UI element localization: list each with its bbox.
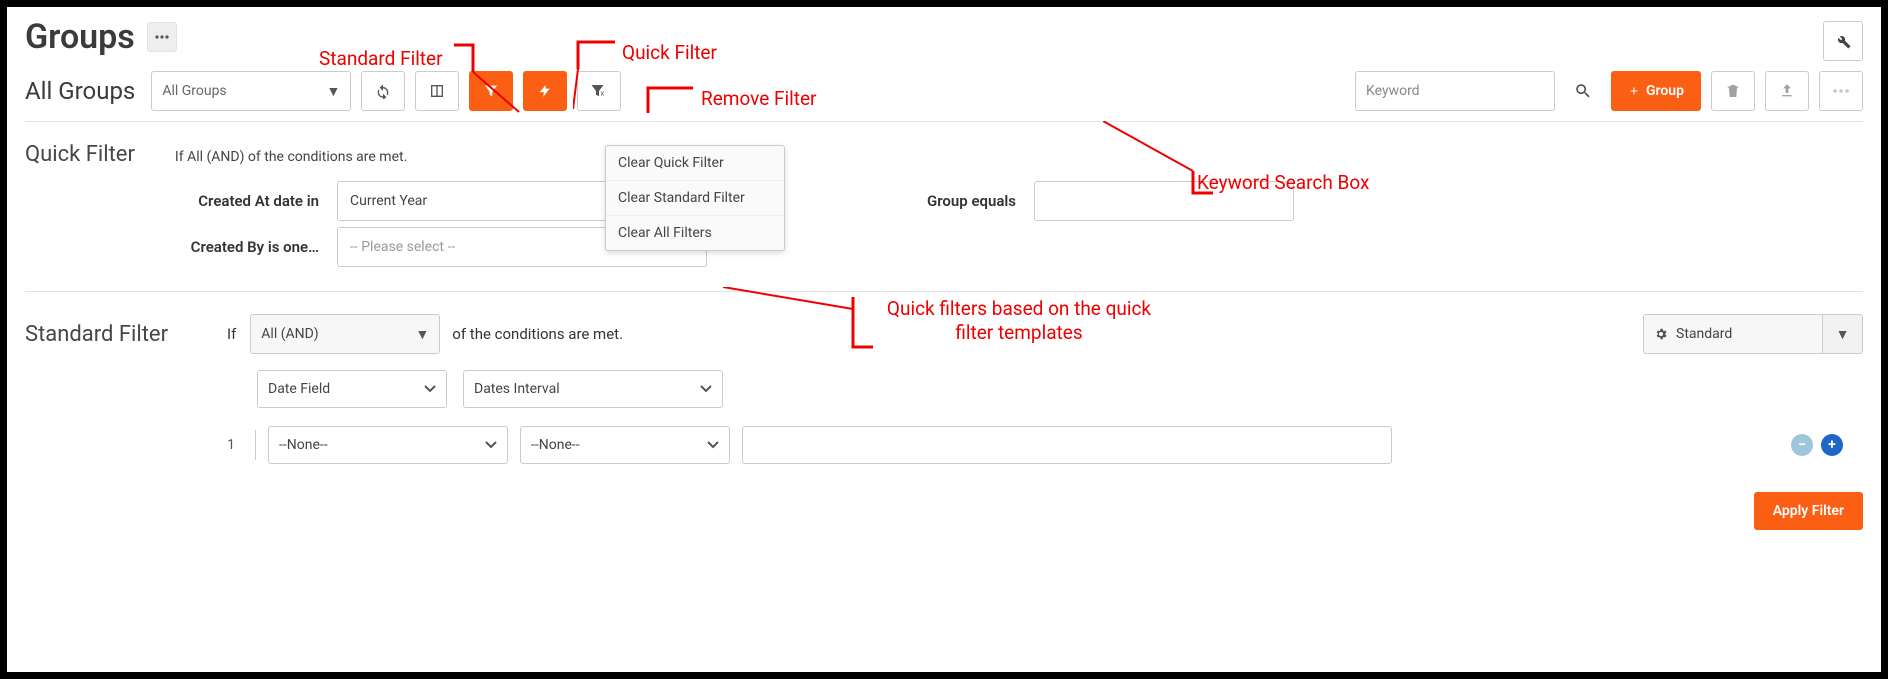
sf-filter-type-select[interactable]: Standard xyxy=(1643,314,1823,354)
qf-group-equals-input[interactable] xyxy=(1034,181,1294,221)
remove-filter-button[interactable]: x xyxy=(577,71,621,111)
add-criteria-button[interactable]: + xyxy=(1821,434,1843,456)
plus-icon xyxy=(1628,85,1640,97)
sf-date-field-value: Date Field xyxy=(268,381,330,397)
apply-filter-label: Apply Filter xyxy=(1773,503,1844,519)
sf-if-label: If xyxy=(227,325,236,343)
qf-created-at-label: Created At date in xyxy=(25,192,325,210)
sf-operator-select[interactable]: --None-- xyxy=(520,426,730,464)
gear-icon xyxy=(1654,327,1668,341)
menu-clear-quick-filter[interactable]: Clear Quick Filter xyxy=(606,146,784,180)
apply-filter-button[interactable]: Apply Filter xyxy=(1754,492,1863,530)
qf-created-at-value: Current Year xyxy=(350,193,427,209)
qf-created-by-label: Created By is one… xyxy=(25,238,325,256)
app-frame: Groups All Groups All Groups ▼ x xyxy=(0,0,1888,679)
menu-clear-all-filters[interactable]: Clear All Filters xyxy=(606,215,784,250)
sf-field-select[interactable]: --None-- xyxy=(268,426,508,464)
qf-group-equals-label: Group equals xyxy=(927,192,1022,210)
qf-created-by-placeholder: -- Please select -- xyxy=(350,239,455,255)
remove-criteria-button[interactable]: − xyxy=(1791,434,1813,456)
standard-filter-section: Standard Filter If All (AND) ▼ of the co… xyxy=(25,314,1863,530)
sf-logic-value: All (AND) xyxy=(261,326,318,342)
more-actions-button[interactable] xyxy=(1819,71,1863,111)
view-selector[interactable]: All Groups ▼ xyxy=(151,71,351,111)
sf-row-index: 1 xyxy=(219,437,243,453)
keyword-input[interactable]: Keyword xyxy=(1355,71,1555,111)
page-title: Groups xyxy=(25,17,135,57)
chevron-down-icon xyxy=(424,385,436,393)
menu-clear-standard-filter[interactable]: Clear Standard Filter xyxy=(606,180,784,215)
search-button[interactable] xyxy=(1565,71,1601,111)
sf-condition-text: of the conditions are met. xyxy=(452,325,623,343)
quick-filter-condition-text: If All (AND) of the conditions are met. xyxy=(175,149,407,165)
sf-filter-type-caret[interactable]: ▼ xyxy=(1823,314,1863,354)
settings-wrench-button[interactable] xyxy=(1823,21,1863,61)
columns-button[interactable] xyxy=(415,71,459,111)
toolbar: All Groups All Groups ▼ x Keyword Gr xyxy=(25,71,1863,122)
caret-down-icon: ▼ xyxy=(326,83,340,100)
quick-filter-section: Quick Filter If All (AND) of the conditi… xyxy=(25,122,1863,292)
sf-criteria-row: 1 --None-- --None-- − + xyxy=(219,426,1863,464)
add-group-label: Group xyxy=(1646,83,1684,99)
sf-dates-interval-value: Dates Interval xyxy=(474,381,560,397)
page-title-row: Groups xyxy=(25,17,1863,57)
sf-filter-type-label: Standard xyxy=(1676,326,1732,342)
sf-operator-value: --None-- xyxy=(531,437,580,453)
sf-value-input[interactable] xyxy=(742,426,1392,464)
view-selector-value: All Groups xyxy=(162,83,226,99)
add-group-button[interactable]: Group xyxy=(1611,71,1701,111)
divider xyxy=(255,430,256,460)
caret-down-icon: ▼ xyxy=(415,326,429,343)
chevron-down-icon xyxy=(485,441,497,449)
view-title: All Groups xyxy=(25,77,135,105)
standard-filter-heading: Standard Filter xyxy=(25,322,215,347)
sf-field-value: --None-- xyxy=(279,437,328,453)
svg-text:x: x xyxy=(601,89,605,98)
upload-button[interactable] xyxy=(1765,71,1809,111)
remove-filter-menu: Clear Quick Filter Clear Standard Filter… xyxy=(605,145,785,251)
quick-filter-heading: Quick Filter xyxy=(25,142,135,167)
sf-dates-interval-select[interactable]: Dates Interval xyxy=(463,370,723,408)
keyword-placeholder: Keyword xyxy=(1366,83,1420,99)
refresh-button[interactable] xyxy=(361,71,405,111)
chevron-down-icon xyxy=(707,441,719,449)
quick-filter-button[interactable] xyxy=(523,71,567,111)
delete-button[interactable] xyxy=(1711,71,1755,111)
sf-date-field-select[interactable]: Date Field xyxy=(257,370,447,408)
sf-logic-select[interactable]: All (AND) ▼ xyxy=(250,314,440,354)
chevron-down-icon xyxy=(700,385,712,393)
page-options-button[interactable] xyxy=(147,22,177,52)
standard-filter-button[interactable] xyxy=(469,71,513,111)
